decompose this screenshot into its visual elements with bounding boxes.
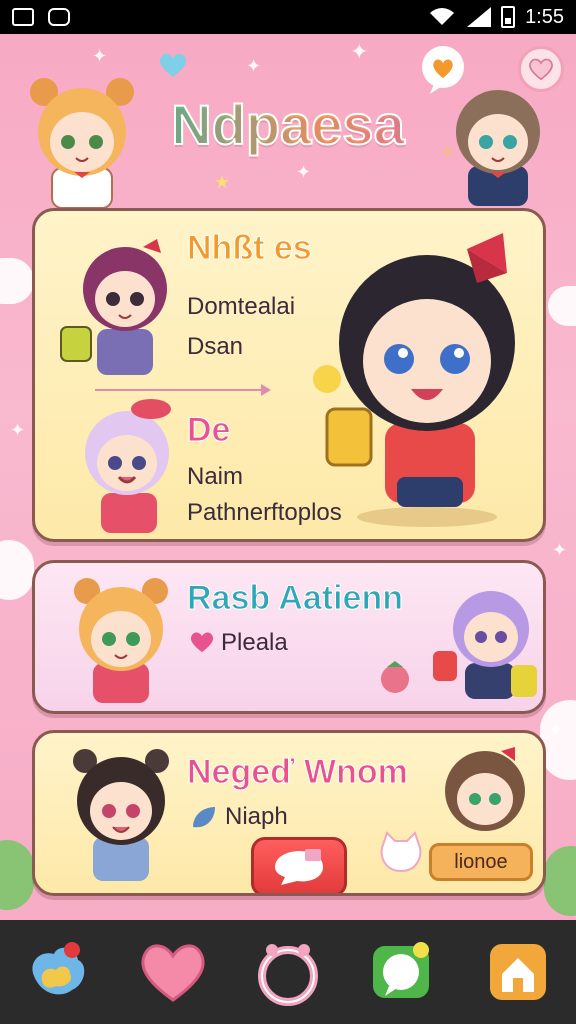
card1-subheading: De bbox=[186, 411, 231, 450]
kitten-icon bbox=[377, 831, 425, 877]
status-time: 1:55 bbox=[525, 5, 564, 28]
chibi-brown-hair-girl-2-avatar bbox=[431, 745, 537, 845]
chat-icon bbox=[373, 942, 430, 998]
heart-icon bbox=[190, 632, 214, 653]
nav-bubble-gum-button[interactable] bbox=[19, 933, 97, 1011]
bush-decoration bbox=[544, 846, 576, 916]
sparkle-icon: ★ bbox=[214, 172, 231, 193]
nav-home-button[interactable] bbox=[479, 933, 557, 1011]
card2-line1: Pleala bbox=[221, 629, 288, 656]
card1-line3: Naim bbox=[187, 463, 244, 490]
sparkle-icon: ✦ bbox=[92, 46, 108, 67]
heart-icon bbox=[529, 58, 553, 80]
bottom-nav-bar bbox=[0, 920, 576, 1024]
nav-favorites-button[interactable] bbox=[134, 933, 212, 1011]
shield-leaf-icon bbox=[193, 807, 215, 828]
play-button[interactable] bbox=[251, 837, 347, 893]
chibi-lilac-hair-girl-avatar bbox=[61, 397, 191, 537]
sparkle-icon: ✦ bbox=[10, 420, 26, 441]
sparkle-icon: ✦ bbox=[350, 40, 369, 65]
chibi-purple-hair-girl-2-avatar bbox=[431, 577, 541, 703]
heart-bubble-icon bbox=[158, 52, 188, 78]
more-button[interactable]: lionoe bbox=[429, 843, 533, 881]
chat-bubble-icon bbox=[275, 849, 323, 885]
cloud-decoration bbox=[0, 258, 34, 304]
chibi-bear-girl-2-avatar bbox=[61, 571, 181, 707]
chibi-dark-hair-girl-avatar bbox=[59, 741, 183, 887]
feature-card-1[interactable]: Nhßt es Domtealai Dsan De Naim Pathnerft… bbox=[32, 208, 546, 542]
cloud-decoration bbox=[0, 540, 34, 600]
image-notification-icon bbox=[12, 8, 34, 26]
card3-heading: Negeď Wnom bbox=[187, 753, 409, 792]
heart-icon bbox=[141, 944, 205, 1002]
card2-heading: Rasb Aatienn bbox=[186, 579, 404, 618]
wifi-icon bbox=[430, 8, 455, 25]
bubble-gum-icon bbox=[32, 942, 84, 995]
sparkle-icon: ✦ bbox=[246, 56, 262, 77]
card1-heading: Nhßt es bbox=[187, 229, 313, 268]
card3-line1: Niaph bbox=[225, 803, 288, 830]
card1-line1: Domtealai bbox=[187, 293, 296, 320]
cloud-decoration bbox=[548, 286, 576, 326]
status-left bbox=[12, 8, 70, 26]
chibi-brown-hair-girl-avatar: ✧ bbox=[440, 80, 558, 206]
nav-ring-button[interactable] bbox=[249, 933, 327, 1011]
svg-text:✧: ✧ bbox=[440, 142, 455, 163]
sparkle-icon: ✦ bbox=[296, 162, 312, 183]
signal-icon bbox=[467, 7, 492, 27]
bush-decoration bbox=[0, 840, 34, 910]
battery-icon bbox=[501, 6, 516, 28]
sparkle-icon: ✦ bbox=[552, 540, 568, 561]
feature-card-3[interactable]: Negeď Wnom Niaph lionoe bbox=[32, 730, 546, 896]
chibi-bear-girl-avatar bbox=[22, 72, 142, 208]
chibi-black-hair-girl-hero bbox=[307, 233, 539, 533]
chibi-purple-hair-girl-avatar bbox=[57, 233, 187, 383]
status-right: 1:55 bbox=[429, 6, 564, 29]
nav-chat-button[interactable] bbox=[364, 933, 442, 1011]
strawberry-icon bbox=[377, 659, 413, 695]
bag-notification-icon bbox=[48, 8, 70, 26]
home-icon bbox=[490, 944, 547, 1000]
ring-icon bbox=[257, 944, 318, 1006]
feature-card-2[interactable]: Rasb Aatienn Pleala bbox=[32, 560, 546, 714]
arrow-connector bbox=[95, 384, 271, 396]
status-bar: 1:55 bbox=[0, 0, 576, 34]
card1-line2: Dsan bbox=[187, 333, 244, 360]
